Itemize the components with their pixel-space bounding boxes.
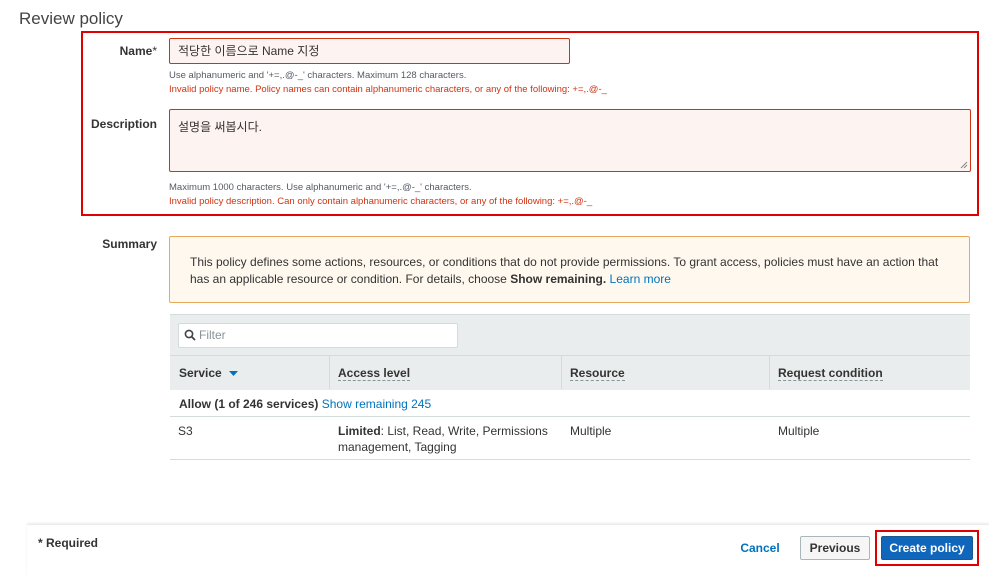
policy-description-textarea[interactable]: 설명을 써봅시다. [169, 109, 971, 172]
name-hint: Use alphanumeric and '+=,.@-_' character… [169, 70, 467, 81]
required-note: * Required [38, 536, 99, 550]
filter-placeholder: Filter [199, 328, 226, 342]
alert-bold-text: Show remaining. [510, 272, 607, 286]
show-remaining-link[interactable]: Show remaining 245 [322, 397, 431, 411]
resource-cell: Multiple [570, 424, 612, 438]
filter-input[interactable]: Filter [178, 323, 458, 348]
learn-more-link[interactable]: Learn more [610, 272, 671, 286]
policy-name-value: 적당한 이름으로 Name 지정 [178, 44, 320, 58]
name-label: Name* [85, 44, 157, 58]
description-error: Invalid policy description. Can only con… [169, 196, 593, 207]
column-header-access-level[interactable]: Access level [338, 366, 411, 381]
access-level-bold: Limited [338, 424, 381, 438]
column-divider [329, 356, 330, 389]
previous-button[interactable]: Previous [800, 536, 870, 560]
permissions-warning-alert: This policy defines some actions, resour… [169, 236, 970, 303]
column-header-request-condition[interactable]: Request condition [778, 366, 883, 381]
create-policy-button[interactable]: Create policy [881, 536, 973, 560]
column-header-resource[interactable]: Resource [570, 366, 625, 381]
sort-down-icon [229, 370, 239, 376]
resize-grip-icon[interactable] [960, 161, 968, 169]
page-title: Review policy [19, 9, 123, 28]
name-error: Invalid policy name. Policy names can co… [169, 84, 607, 95]
allow-group-row: Allow (1 of 246 services) Show remaining… [179, 396, 431, 412]
description-label: Description [90, 117, 157, 131]
description-hint: Maximum 1000 characters. Use alphanumeri… [169, 182, 472, 193]
column-header-service-label: Service [179, 366, 222, 380]
access-level-cell: Limited: List, Read, Write, Permissions … [338, 423, 548, 455]
row-divider [170, 416, 970, 417]
service-link-s3[interactable]: S3 [178, 423, 193, 439]
policy-name-input[interactable]: 적당한 이름으로 Name 지정 [169, 38, 570, 64]
summary-label: Summary [102, 237, 157, 251]
request-condition-cell: Multiple [778, 424, 820, 438]
search-icon [184, 329, 196, 341]
column-header-service[interactable]: Service [179, 366, 239, 380]
required-star: * [152, 44, 157, 58]
header-divider [170, 355, 970, 356]
column-divider [561, 356, 562, 389]
name-label-text: Name [119, 44, 153, 58]
policy-description-value: 설명을 써봅시다. [178, 120, 262, 134]
column-divider [769, 356, 770, 389]
cancel-button[interactable]: Cancel [735, 540, 785, 556]
allow-group-label: Allow (1 of 246 services) [179, 397, 319, 411]
row-divider [170, 459, 970, 460]
